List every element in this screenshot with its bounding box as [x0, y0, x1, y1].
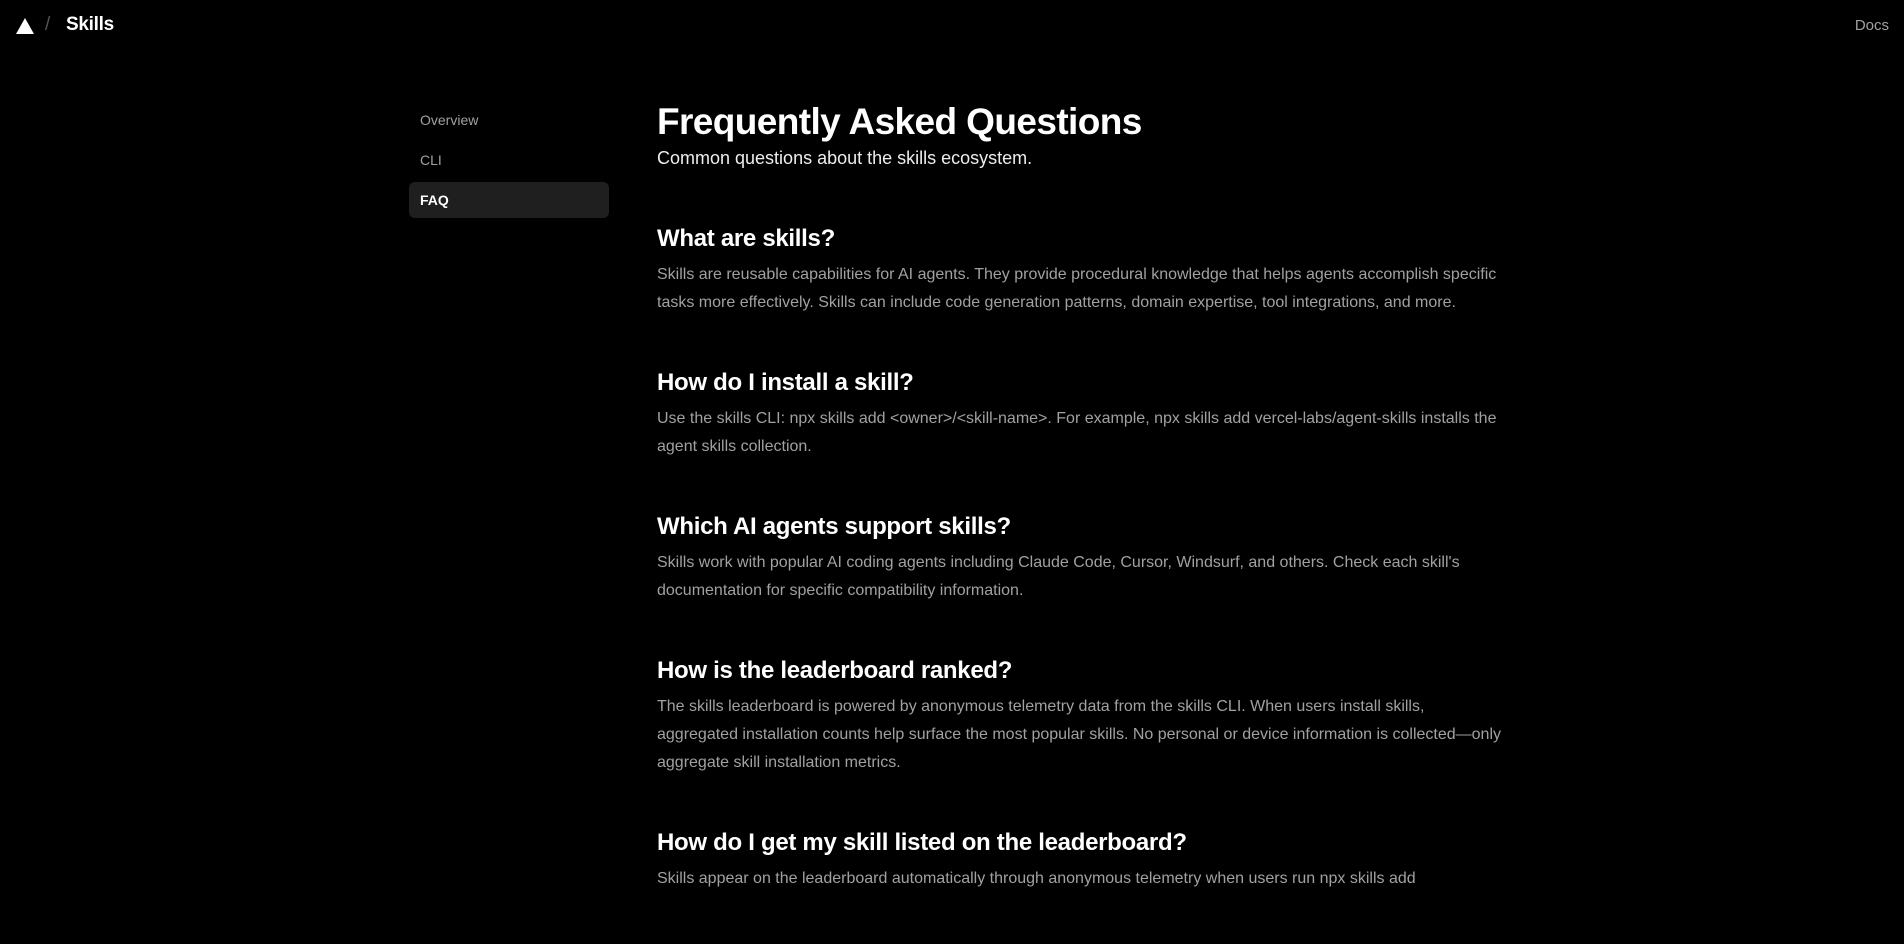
faq-question: What are skills? [657, 225, 835, 252]
sidebar-item-overview[interactable]: Overview [409, 102, 609, 138]
brand-title[interactable]: Skills [66, 14, 114, 36]
sidebar-item-faq[interactable]: FAQ [409, 182, 609, 218]
main-content: Frequently Asked Questions Common questi… [657, 100, 1507, 944]
faq-list: What are skills? Skills are reusable cap… [657, 224, 1507, 893]
faq-item: How is the leaderboard ranked? The skill… [657, 656, 1507, 777]
breadcrumb-separator: / [45, 14, 51, 35]
faq-question: How do I install a skill? [657, 369, 914, 396]
faq-answer: Use the skills CLI: npx skills add <owne… [657, 410, 1497, 455]
faq-item: How do I install a skill? Use the skills… [657, 368, 1507, 461]
faq-question: How is the leaderboard ranked? [657, 657, 1013, 684]
faq-answer: Skills appear on the leaderboard automat… [657, 870, 1416, 887]
triangle-logo-icon[interactable] [16, 18, 34, 34]
top-bar: / Skills Docs [0, 0, 1904, 52]
faq-item: What are skills? Skills are reusable cap… [657, 224, 1507, 317]
page-subtitle: Common questions about the skills ecosys… [657, 148, 1033, 168]
faq-item: How do I get my skill listed on the lead… [657, 828, 1507, 893]
faq-answer: The skills leaderboard is powered by ano… [657, 698, 1502, 771]
sidebar-item-cli[interactable]: CLI [409, 142, 609, 178]
page-title: Frequently Asked Questions [657, 101, 1142, 142]
faq-answer: Skills work with popular AI coding agent… [657, 554, 1460, 599]
faq-item: Which AI agents support skills? Skills w… [657, 512, 1507, 605]
faq-answer: Skills are reusable capabilities for AI … [657, 266, 1497, 311]
sidebar-nav: Overview CLI FAQ [409, 102, 609, 222]
faq-question: Which AI agents support skills? [657, 513, 1011, 540]
faq-question: How do I get my skill listed on the lead… [657, 829, 1187, 856]
docs-link[interactable]: Docs [1855, 17, 1889, 34]
